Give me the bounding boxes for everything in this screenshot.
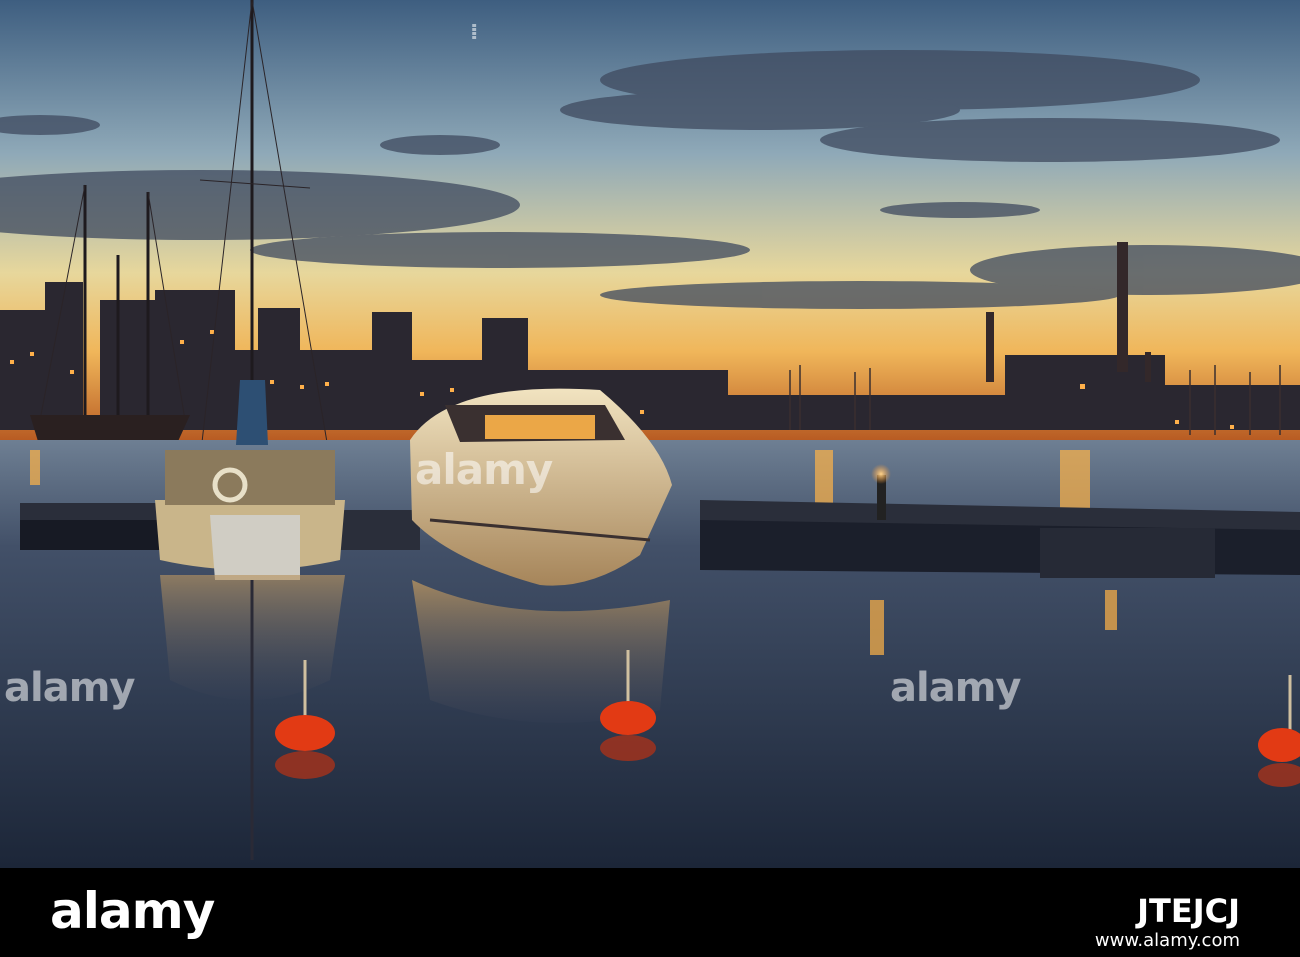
image-id: JTEJCJ xyxy=(1137,892,1240,930)
photo-frame: alamy alamy alamy ⁞ alamy JTEJCJ www.ala… xyxy=(0,0,1300,957)
sail-cover xyxy=(236,380,268,445)
watermark-right: alamy xyxy=(890,665,1021,711)
watermark-center: alamy xyxy=(415,445,553,494)
footer-logo: alamy xyxy=(50,882,215,940)
harbor-scene xyxy=(0,0,1300,868)
footer-url: www.alamy.com xyxy=(1094,930,1240,951)
watermark-footer: alamy JTEJCJ www.alamy.com xyxy=(0,868,1300,957)
harbor-photo: alamy alamy alamy ⁞ xyxy=(0,0,1300,868)
dinghy xyxy=(210,515,300,580)
watermark-top-mark: ⁞ xyxy=(470,20,478,45)
dock-lamp-glow xyxy=(871,464,891,484)
sailboat-cabin xyxy=(165,450,335,505)
watermark-left: alamy xyxy=(4,665,135,711)
yacht-cabin-light xyxy=(485,415,595,439)
